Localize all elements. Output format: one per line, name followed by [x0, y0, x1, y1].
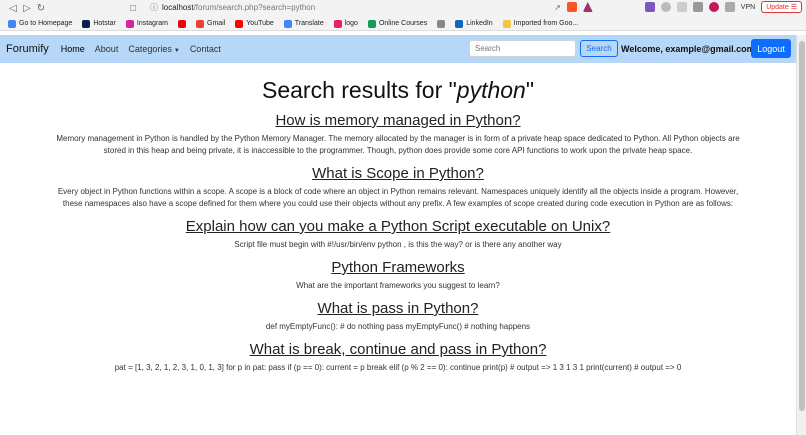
youtube-icon: [235, 19, 244, 28]
search-button[interactable]: Search: [580, 40, 618, 57]
netflix-icon: [178, 19, 186, 28]
page-scrollbar[interactable]: [796, 35, 806, 435]
nav-about[interactable]: About: [95, 44, 119, 54]
bookmark-label: Imported from Goo...: [513, 20, 579, 27]
bookmark-label: Online Courses: [378, 20, 428, 27]
bookmark-item[interactable]: Gmail: [196, 19, 226, 28]
result-item: What is break, continue and pass in Pyth…: [0, 341, 796, 374]
bookmark-label: logo: [344, 20, 358, 27]
results-list: How is memory managed in Python? Memory m…: [0, 112, 796, 374]
bookmark-item[interactable]: Instagram: [125, 19, 168, 28]
bookmark-label: Hotstar: [93, 20, 116, 27]
result-description: def myEmptyFunc(): # do nothing pass myE…: [265, 322, 531, 331]
reload-icon[interactable]: ↻: [34, 3, 48, 14]
bookmarks-bar: Go to Homepage Hotstar Instagram Gmail YouTu…: [0, 17, 806, 31]
bookmark-label: Translate: [294, 20, 324, 27]
bookmark-item[interactable]: LinkedIn: [455, 19, 493, 28]
search-results-container: Search results for "python" How is memor…: [0, 63, 796, 374]
result-item: What is Scope in Python? Every object in …: [0, 165, 796, 210]
extension-gear-icon[interactable]: [660, 2, 671, 12]
extension-s-icon[interactable]: [644, 2, 655, 12]
profile-avatar-icon[interactable]: [708, 2, 719, 12]
nav-contact[interactable]: Contact: [190, 44, 221, 54]
bookmark-item[interactable]: [437, 19, 446, 28]
browser-toolbar: ◁ ▷ ↻ □ ⓘ localhost/forum/search.php?sea…: [0, 0, 806, 17]
brave-rewards-icon[interactable]: [582, 2, 593, 12]
result-title-link[interactable]: What is break, continue and pass in Pyth…: [250, 341, 547, 358]
update-label: Update: [766, 4, 789, 11]
url-host: localhost: [162, 3, 194, 12]
vpn-button[interactable]: VPN: [741, 4, 755, 11]
forward-icon[interactable]: ▷: [20, 3, 34, 14]
result-description: Memory management in Python is handled b…: [56, 134, 740, 155]
search-query: python: [456, 77, 526, 103]
result-description: What are the important frameworks you su…: [296, 281, 500, 290]
wallet-icon[interactable]: [724, 2, 735, 12]
bookmark-label: Gmail: [207, 20, 226, 27]
result-description: Script file must begin with #!/usr/bin/e…: [234, 240, 562, 249]
bookmark-item[interactable]: Hotstar: [82, 19, 116, 28]
result-title-link[interactable]: Explain how can you make a Python Script…: [186, 218, 610, 235]
logo-icon: [333, 19, 342, 28]
sidebar-icon[interactable]: [692, 2, 703, 12]
address-bar[interactable]: ⓘ localhost/forum/search.php?search=pyth…: [150, 2, 315, 13]
bookmark-item[interactable]: Translate: [283, 19, 324, 28]
brand-logo[interactable]: Forumify: [6, 43, 49, 55]
result-title-link[interactable]: What is Scope in Python?: [312, 165, 484, 182]
scrollbar-thumb[interactable]: [799, 41, 805, 411]
nav-categories-label: Categories: [128, 44, 172, 54]
bookmark-label: LinkedIn: [466, 20, 493, 27]
folder-icon: [502, 19, 511, 28]
extensions-icon[interactable]: [676, 2, 687, 12]
drive-icon: [367, 19, 376, 28]
nav-categories[interactable]: Categories ▼: [128, 44, 179, 54]
brave-shield-icon[interactable]: [566, 2, 577, 12]
result-description: Every object in Python functions within …: [57, 187, 739, 208]
back-icon[interactable]: ◁: [6, 3, 20, 14]
share-icon[interactable]: ↗: [554, 3, 561, 12]
caret-down-icon: ▼: [173, 48, 180, 54]
welcome-text: Welcome, example@gmail.com: [621, 44, 755, 54]
site-navbar: Forumify Home About Categories ▼ Contact …: [0, 35, 796, 63]
bookmark-item[interactable]: Go to Homepage: [8, 19, 73, 28]
info-icon: ⓘ: [150, 3, 158, 12]
result-title-link[interactable]: What is pass in Python?: [318, 300, 479, 317]
bookmark-item[interactable]: Online Courses: [367, 19, 428, 28]
result-description: pat = [1, 3, 2, 1, 2, 3, 1, 0, 1, 3] for…: [114, 363, 682, 372]
instagram-icon: [125, 19, 134, 28]
gmail-icon: [196, 19, 204, 28]
result-title-link[interactable]: Python Frameworks: [331, 259, 464, 276]
linkedin-icon: [455, 19, 464, 28]
title-suffix: ": [525, 77, 535, 103]
logout-button[interactable]: Logout: [751, 39, 791, 58]
nav-home[interactable]: Home: [61, 44, 85, 54]
bookmark-item[interactable]: logo: [333, 19, 358, 28]
bookmark-item[interactable]: Imported from Goo...: [502, 19, 579, 28]
bookmark-item[interactable]: YouTube: [235, 19, 274, 28]
result-item: Explain how can you make a Python Script…: [0, 218, 796, 251]
photo-icon: [437, 19, 446, 28]
bookmark-item[interactable]: [178, 19, 186, 28]
bookmark-label: Instagram: [136, 20, 168, 27]
hotstar-icon: [82, 19, 91, 28]
bookmark-icon[interactable]: □: [126, 3, 140, 14]
bookmark-label: YouTube: [246, 20, 274, 27]
update-button[interactable]: Update ☰: [761, 1, 802, 13]
bookmark-label: Go to Homepage: [19, 20, 73, 27]
google-icon: [8, 19, 16, 28]
page-title: Search results for "python": [0, 77, 796, 104]
result-item: How is memory managed in Python? Memory m…: [0, 112, 796, 157]
result-item: Python Frameworks What are the important …: [0, 259, 796, 292]
url-path: /forum/search.php?search=python: [193, 3, 316, 12]
result-title-link[interactable]: How is memory managed in Python?: [275, 112, 520, 129]
translate-icon: [283, 19, 292, 28]
result-item: What is pass in Python? def myEmptyFunc()…: [0, 300, 796, 333]
search-input[interactable]: [469, 40, 576, 57]
title-prefix: Search results for ": [261, 77, 457, 103]
browser-actions: ↗ VPN Update ☰: [554, 1, 802, 13]
